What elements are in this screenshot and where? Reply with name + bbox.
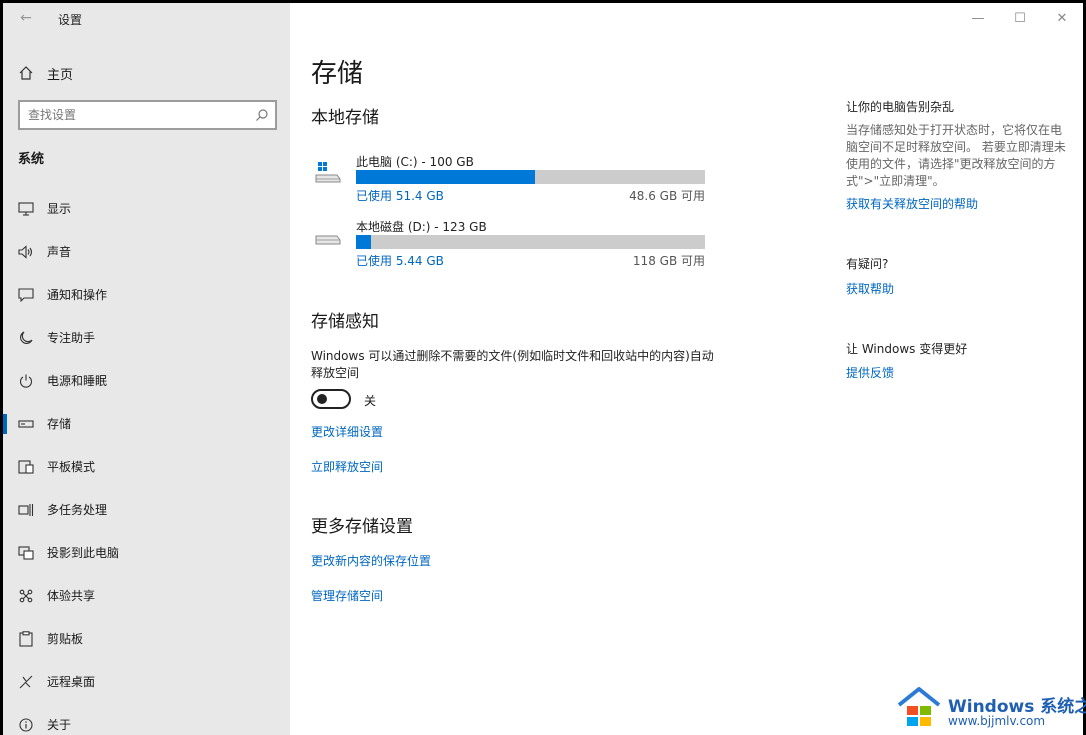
sidebar-item-display[interactable]: 显示 — [3, 187, 290, 230]
sidebar-item-label: 通知和操作 — [47, 288, 108, 302]
sidebar-item-label: 远程桌面 — [47, 675, 96, 689]
sidebar-item-focus-assist[interactable]: 专注助手 — [3, 316, 290, 359]
sidebar-item-projecting[interactable]: 投影到此电脑 — [3, 531, 290, 574]
sidebar-item-label: 平板模式 — [47, 460, 96, 474]
drive-usage-fill — [356, 170, 536, 184]
search-field[interactable] — [18, 100, 277, 130]
storage-icon — [17, 415, 35, 433]
sidebar-item-label: 关于 — [47, 718, 72, 732]
window-controls: — ☐ ✕ — [957, 3, 1083, 33]
storage-sense-toggle[interactable] — [311, 389, 351, 409]
feedback-link[interactable]: 提供反馈 — [846, 364, 894, 381]
question-title: 有疑问? — [846, 257, 889, 271]
sidebar-item-about[interactable]: 关于 — [3, 703, 290, 735]
minimize-icon[interactable]: — — [957, 3, 999, 33]
drive-icon — [313, 226, 343, 248]
window-title: 设置 — [58, 13, 83, 27]
titlebar-left: ← 设置 — [3, 3, 290, 33]
tip-title: 让你的电脑告别杂乱 — [846, 100, 955, 114]
windows-house-logo-icon — [896, 684, 942, 734]
sidebar-item-remote-desktop[interactable]: 远程桌面 — [3, 660, 290, 703]
close-icon[interactable]: ✕ — [1041, 3, 1083, 33]
section-label-system: 系统 — [18, 152, 45, 167]
watermark-url: www.bjjmlv.com — [948, 714, 1046, 728]
page-title: 存储 — [311, 59, 364, 89]
drive-used-text[interactable]: 已使用 5.44 GB — [356, 252, 444, 269]
sidebar-item-label: 电源和睡眠 — [47, 374, 108, 388]
sidebar-item-label: 多任务处理 — [47, 503, 108, 517]
more-storage-heading: 更多存储设置 — [311, 517, 413, 537]
drive-usage-bar — [356, 235, 705, 249]
project-icon — [17, 544, 35, 562]
sidebar-home-label: 主页 — [47, 67, 74, 83]
sidebar: ← 设置 主页 系统 显示 声音 — [3, 3, 290, 735]
drive-usage-fill — [356, 235, 372, 249]
drive-d[interactable]: 本地磁盘 (D:) - 123 GB 已使用 5.44 GB 118 GB 可用 — [311, 218, 711, 268]
sidebar-item-label: 体验共享 — [47, 589, 96, 603]
search-icon[interactable] — [255, 107, 269, 126]
tip-description: 当存储感知处于打开状态时，它将仅在电脑空间不足时释放空间。 若要立即清理未使用的… — [846, 123, 1066, 188]
toggle-knob — [317, 394, 327, 404]
sidebar-item-notifications[interactable]: 通知和操作 — [3, 273, 290, 316]
sidebar-item-label: 投影到此电脑 — [47, 546, 120, 560]
toggle-state-label: 关 — [364, 394, 377, 408]
sidebar-item-label: 存储 — [47, 417, 72, 431]
sidebar-item-label: 专注助手 — [47, 331, 96, 345]
free-space-help-link[interactable]: 获取有关释放空间的帮助 — [846, 195, 978, 212]
multitask-icon — [17, 501, 35, 519]
drive-name: 此电脑 (C:) - 100 GB — [356, 155, 474, 169]
change-save-location-link[interactable]: 更改新内容的保存位置 — [311, 552, 431, 569]
moon-icon — [17, 329, 35, 347]
drive-free-text: 48.6 GB 可用 — [629, 189, 705, 203]
free-space-now-link[interactable]: 立即释放空间 — [311, 458, 383, 475]
sidebar-item-label: 声音 — [47, 245, 72, 259]
settings-window: ← 设置 主页 系统 显示 声音 — [3, 3, 1083, 735]
monitor-icon — [17, 200, 35, 218]
clipboard-icon — [17, 630, 35, 648]
drive-name: 本地磁盘 (D:) - 123 GB — [356, 220, 487, 234]
search-input[interactable] — [20, 102, 240, 128]
sidebar-item-multitasking[interactable]: 多任务处理 — [3, 488, 290, 531]
sidebar-item-sound[interactable]: 声音 — [3, 230, 290, 273]
sidebar-item-clipboard[interactable]: 剪贴板 — [3, 617, 290, 660]
sidebar-item-shared-experiences[interactable]: 体验共享 — [3, 574, 290, 617]
change-settings-link[interactable]: 更改详细设置 — [311, 423, 383, 440]
sidebar-nav: 显示 声音 通知和操作 专注助手 电源和睡眠 存储 平板模式 多任务处理 投影到… — [3, 187, 290, 735]
tablet-icon — [17, 458, 35, 476]
get-help-link[interactable]: 获取帮助 — [846, 280, 894, 297]
info-icon — [17, 716, 35, 734]
share-icon — [17, 587, 35, 605]
power-icon — [17, 372, 35, 390]
sidebar-item-label: 剪贴板 — [47, 632, 84, 646]
sidebar-item-tablet[interactable]: 平板模式 — [3, 445, 290, 488]
drive-usage-bar — [356, 170, 705, 184]
manage-storage-spaces-link[interactable]: 管理存储空间 — [311, 587, 383, 604]
maximize-icon[interactable]: ☐ — [999, 3, 1041, 33]
home-icon — [17, 66, 35, 80]
drive-free-text: 118 GB 可用 — [632, 254, 705, 268]
storage-sense-description: Windows 可以通过删除不需要的文件(例如临时文件和回收站中的内容)自动释放… — [311, 349, 714, 380]
windows-drive-icon — [313, 161, 343, 183]
improve-title: 让 Windows 变得更好 — [846, 342, 968, 356]
back-arrow-icon[interactable]: ← — [15, 9, 37, 27]
main-content: — ☐ ✕ 存储 本地存储 此电脑 (C:) - 100 GB 已使用 51.4… — [290, 3, 1083, 735]
notification-icon — [17, 286, 35, 304]
drive-c[interactable]: 此电脑 (C:) - 100 GB 已使用 51.4 GB 48.6 GB 可用 — [311, 153, 711, 203]
sidebar-item-storage[interactable]: 存储 — [3, 402, 290, 445]
speaker-icon — [17, 243, 35, 261]
sidebar-home[interactable]: 主页 — [17, 61, 73, 85]
drive-used-text[interactable]: 已使用 51.4 GB — [356, 187, 444, 204]
sidebar-item-label: 显示 — [47, 202, 72, 216]
watermark: Windows 系统之家 www.bjjmlv.com — [896, 684, 1086, 732]
remote-icon — [17, 673, 35, 691]
local-storage-heading: 本地存储 — [311, 108, 379, 128]
sidebar-item-power[interactable]: 电源和睡眠 — [3, 359, 290, 402]
storage-sense-heading: 存储感知 — [311, 312, 379, 332]
